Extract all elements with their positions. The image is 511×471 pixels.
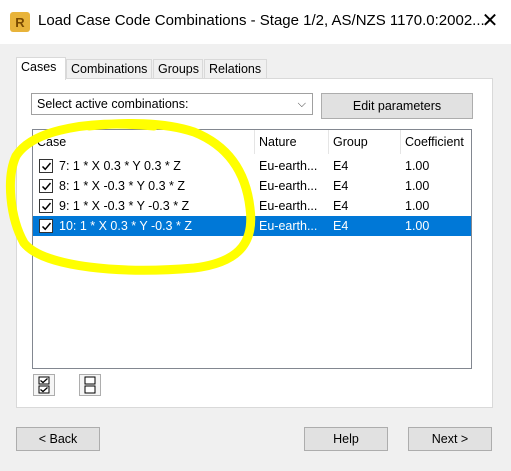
tab-cases[interactable]: Cases <box>16 57 66 80</box>
list-header: Case Nature Group Coefficient <box>33 130 471 154</box>
nature-cell: Eu-earth... <box>259 159 318 173</box>
group-cell: E4 <box>333 219 349 233</box>
checkmark-icon <box>41 222 52 231</box>
checkmark-icon <box>41 162 52 171</box>
check-all-button[interactable] <box>33 374 55 396</box>
tab-groups[interactable]: Groups <box>153 59 203 79</box>
tab-combinations[interactable]: Combinations <box>66 59 152 79</box>
group-cell: E4 <box>333 159 349 173</box>
row-checkbox[interactable] <box>39 159 53 173</box>
nature-cell: Eu-earth... <box>259 199 318 213</box>
group-cell: E4 <box>333 199 349 213</box>
table-row[interactable]: 7: 1 * X 0.3 * Y 0.3 * Z Eu-earth... E4 … <box>33 156 471 176</box>
chevron-down-icon: ⌵ <box>297 98 306 110</box>
uncheck-all-button[interactable] <box>79 374 101 396</box>
case-cell: 9: 1 * X -0.3 * Y -0.3 * Z <box>59 199 190 213</box>
table-row-selected[interactable]: 10: 1 * X 0.3 * Y -0.3 * Z Eu-earth... E… <box>33 216 471 236</box>
coefficient-cell: 1.00 <box>405 159 430 173</box>
coefficient-cell: 1.00 <box>405 179 430 193</box>
app-logo-icon: R <box>10 12 30 32</box>
table-row[interactable]: 8: 1 * X -0.3 * Y 0.3 * Z Eu-earth... E4… <box>33 176 471 196</box>
checkmark-icon <box>41 202 52 211</box>
group-cell: E4 <box>333 179 349 193</box>
column-header-case[interactable]: Case <box>33 130 255 154</box>
nature-cell: Eu-earth... <box>259 179 318 193</box>
row-checkbox[interactable] <box>39 199 53 213</box>
case-cell: 10: 1 * X 0.3 * Y -0.3 * Z <box>59 219 192 233</box>
active-combinations-select[interactable]: Select active combinations: ⌵ <box>31 93 313 115</box>
back-button[interactable]: < Back <box>16 427 100 451</box>
window-title: Load Case Code Combinations - Stage 1/2,… <box>38 12 485 29</box>
case-cell: 7: 1 * X 0.3 * Y 0.3 * Z <box>59 159 181 173</box>
help-button[interactable]: Help <box>304 427 388 451</box>
title-bar: R Load Case Code Combinations - Stage 1/… <box>0 0 511 44</box>
column-header-coefficient[interactable]: Coefficient <box>401 130 471 154</box>
row-checkbox[interactable] <box>39 179 53 193</box>
uncheck-all-icon <box>84 376 96 394</box>
column-header-nature[interactable]: Nature <box>255 130 329 154</box>
tab-relations[interactable]: Relations <box>204 59 267 79</box>
row-checkbox[interactable] <box>39 219 53 233</box>
nature-cell: Eu-earth... <box>259 219 318 233</box>
checkmark-icon <box>41 182 52 191</box>
cases-panel: Select active combinations: ⌵ Edit param… <box>16 78 493 408</box>
coefficient-cell: 1.00 <box>405 219 430 233</box>
case-cell: 8: 1 * X -0.3 * Y 0.3 * Z <box>59 179 186 193</box>
close-button[interactable]: ✕ <box>478 10 502 34</box>
table-row[interactable]: 9: 1 * X -0.3 * Y -0.3 * Z Eu-earth... E… <box>33 196 471 216</box>
next-button[interactable]: Next > <box>408 427 492 451</box>
select-value: Select active combinations: <box>37 97 189 111</box>
column-header-group[interactable]: Group <box>329 130 401 154</box>
edit-parameters-button[interactable]: Edit parameters <box>321 93 473 119</box>
cases-list: Case Nature Group Coefficient 7: 1 * X 0… <box>32 129 472 369</box>
coefficient-cell: 1.00 <box>405 199 430 213</box>
check-all-icon <box>38 376 50 394</box>
